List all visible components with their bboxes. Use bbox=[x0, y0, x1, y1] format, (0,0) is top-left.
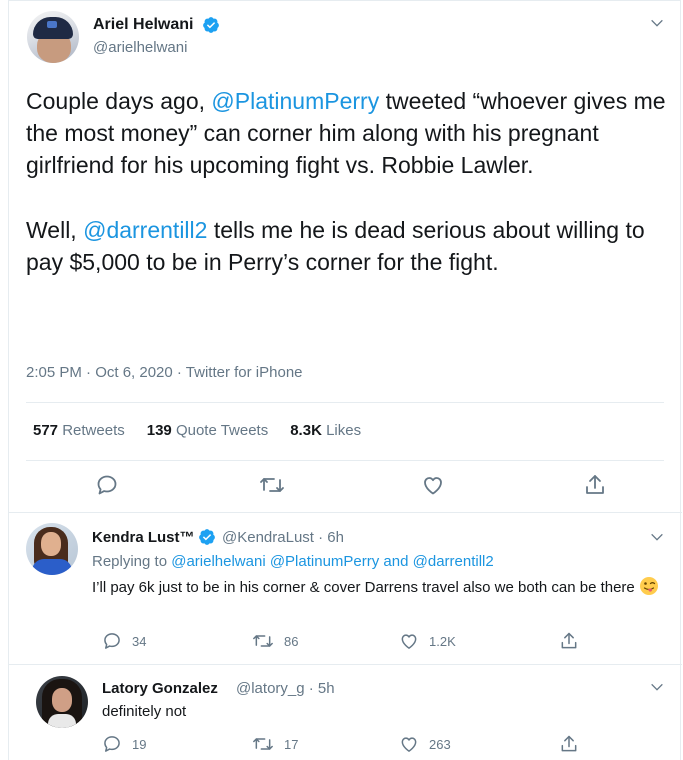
mention-link[interactable]: @darrentill2 bbox=[83, 217, 207, 243]
author-name[interactable]: Ariel Helwani bbox=[93, 16, 193, 34]
share-icon bbox=[586, 475, 604, 494]
heart-icon bbox=[424, 477, 442, 495]
likes-stat[interactable]: 8.3K Likes bbox=[290, 422, 361, 439]
retweets-stat[interactable]: 577 Retweets bbox=[33, 422, 125, 439]
chevron-down-icon[interactable] bbox=[649, 15, 665, 31]
reply-author-handle-time[interactable]: @KendraLust · 6h bbox=[222, 529, 344, 546]
share-icon bbox=[561, 632, 577, 649]
share-button[interactable] bbox=[583, 473, 607, 497]
heart-icon bbox=[401, 737, 417, 752]
divider bbox=[26, 402, 664, 403]
mention-link[interactable]: @arielhelwani @PlatinumPerry bbox=[171, 553, 379, 570]
mention-link[interactable]: @PlatinumPerry bbox=[211, 88, 379, 114]
verified-badge-icon bbox=[199, 529, 215, 545]
quote-tweets-stat[interactable]: 139 Quote Tweets bbox=[147, 422, 268, 439]
reply-text: I’ll pay 6k just to be in his corner & c… bbox=[92, 576, 677, 599]
retweet-icon bbox=[260, 478, 284, 492]
avatar[interactable] bbox=[26, 523, 78, 575]
reply-count: 34 bbox=[132, 633, 147, 649]
author-handle[interactable]: @arielhelwani bbox=[93, 39, 187, 56]
chevron-down-icon[interactable] bbox=[649, 679, 665, 695]
reply-author-handle-time[interactable]: @latory_g · 5h bbox=[236, 680, 335, 697]
reply-button[interactable]: 34 bbox=[102, 631, 146, 651]
retweet-button[interactable]: 17 bbox=[252, 734, 298, 754]
reply-button[interactable] bbox=[95, 473, 119, 497]
retweet-button[interactable]: 86 bbox=[252, 631, 298, 651]
retweet-icon bbox=[253, 738, 273, 750]
replying-to: Replying to @arielhelwani @PlatinumPerry… bbox=[92, 553, 494, 570]
winking-face-with-tongue-icon bbox=[639, 576, 659, 596]
tweet-timestamp[interactable]: 2:05 PM · Oct 6, 2020 · Twitter for iPho… bbox=[26, 364, 303, 381]
tweet-text: Couple days ago, @PlatinumPerry tweeted … bbox=[26, 85, 676, 278]
avatar[interactable] bbox=[27, 11, 79, 63]
reply-text: definitely not bbox=[102, 703, 187, 720]
share-button[interactable] bbox=[559, 734, 579, 754]
reply-author-name[interactable]: Latory Gonzalez bbox=[102, 680, 218, 697]
avatar[interactable] bbox=[36, 676, 88, 728]
reply-author-name[interactable]: Kendra Lust™ bbox=[92, 529, 195, 546]
like-button[interactable]: 263 bbox=[399, 734, 451, 754]
like-count: 1.2K bbox=[429, 633, 456, 649]
retweet-icon bbox=[253, 635, 273, 647]
share-icon bbox=[561, 735, 577, 752]
tweet-text-part: Couple days ago, bbox=[26, 88, 212, 114]
divider bbox=[9, 664, 682, 665]
like-button[interactable]: 1.2K bbox=[399, 631, 456, 651]
like-button[interactable] bbox=[421, 473, 445, 497]
replying-and: and bbox=[379, 553, 413, 570]
tweet-stats: 577 Retweets 139 Quote Tweets 8.3K Likes bbox=[33, 422, 361, 439]
retweet-count: 86 bbox=[284, 633, 299, 649]
divider bbox=[9, 512, 682, 513]
reply-button[interactable]: 19 bbox=[102, 734, 146, 754]
heart-icon bbox=[401, 634, 417, 649]
retweet-count: 17 bbox=[284, 736, 299, 752]
chevron-down-icon[interactable] bbox=[649, 529, 665, 545]
reply-icon bbox=[97, 475, 117, 495]
reply-icon bbox=[104, 633, 120, 649]
divider bbox=[26, 460, 664, 461]
verified-badge-icon bbox=[203, 17, 219, 33]
reply-text-content: I’ll pay 6k just to be in his corner & c… bbox=[92, 579, 635, 596]
reply-count: 19 bbox=[132, 736, 147, 752]
timeline-frame: Ariel Helwani @arielhelwani Couple days … bbox=[8, 0, 682, 760]
share-button[interactable] bbox=[559, 631, 579, 651]
mention-link[interactable]: @darrentill2 bbox=[413, 553, 494, 570]
tweet-text-part: Well, bbox=[26, 216, 84, 243]
retweet-button[interactable] bbox=[259, 473, 285, 497]
reply-icon bbox=[104, 736, 120, 752]
like-count: 263 bbox=[429, 736, 451, 752]
